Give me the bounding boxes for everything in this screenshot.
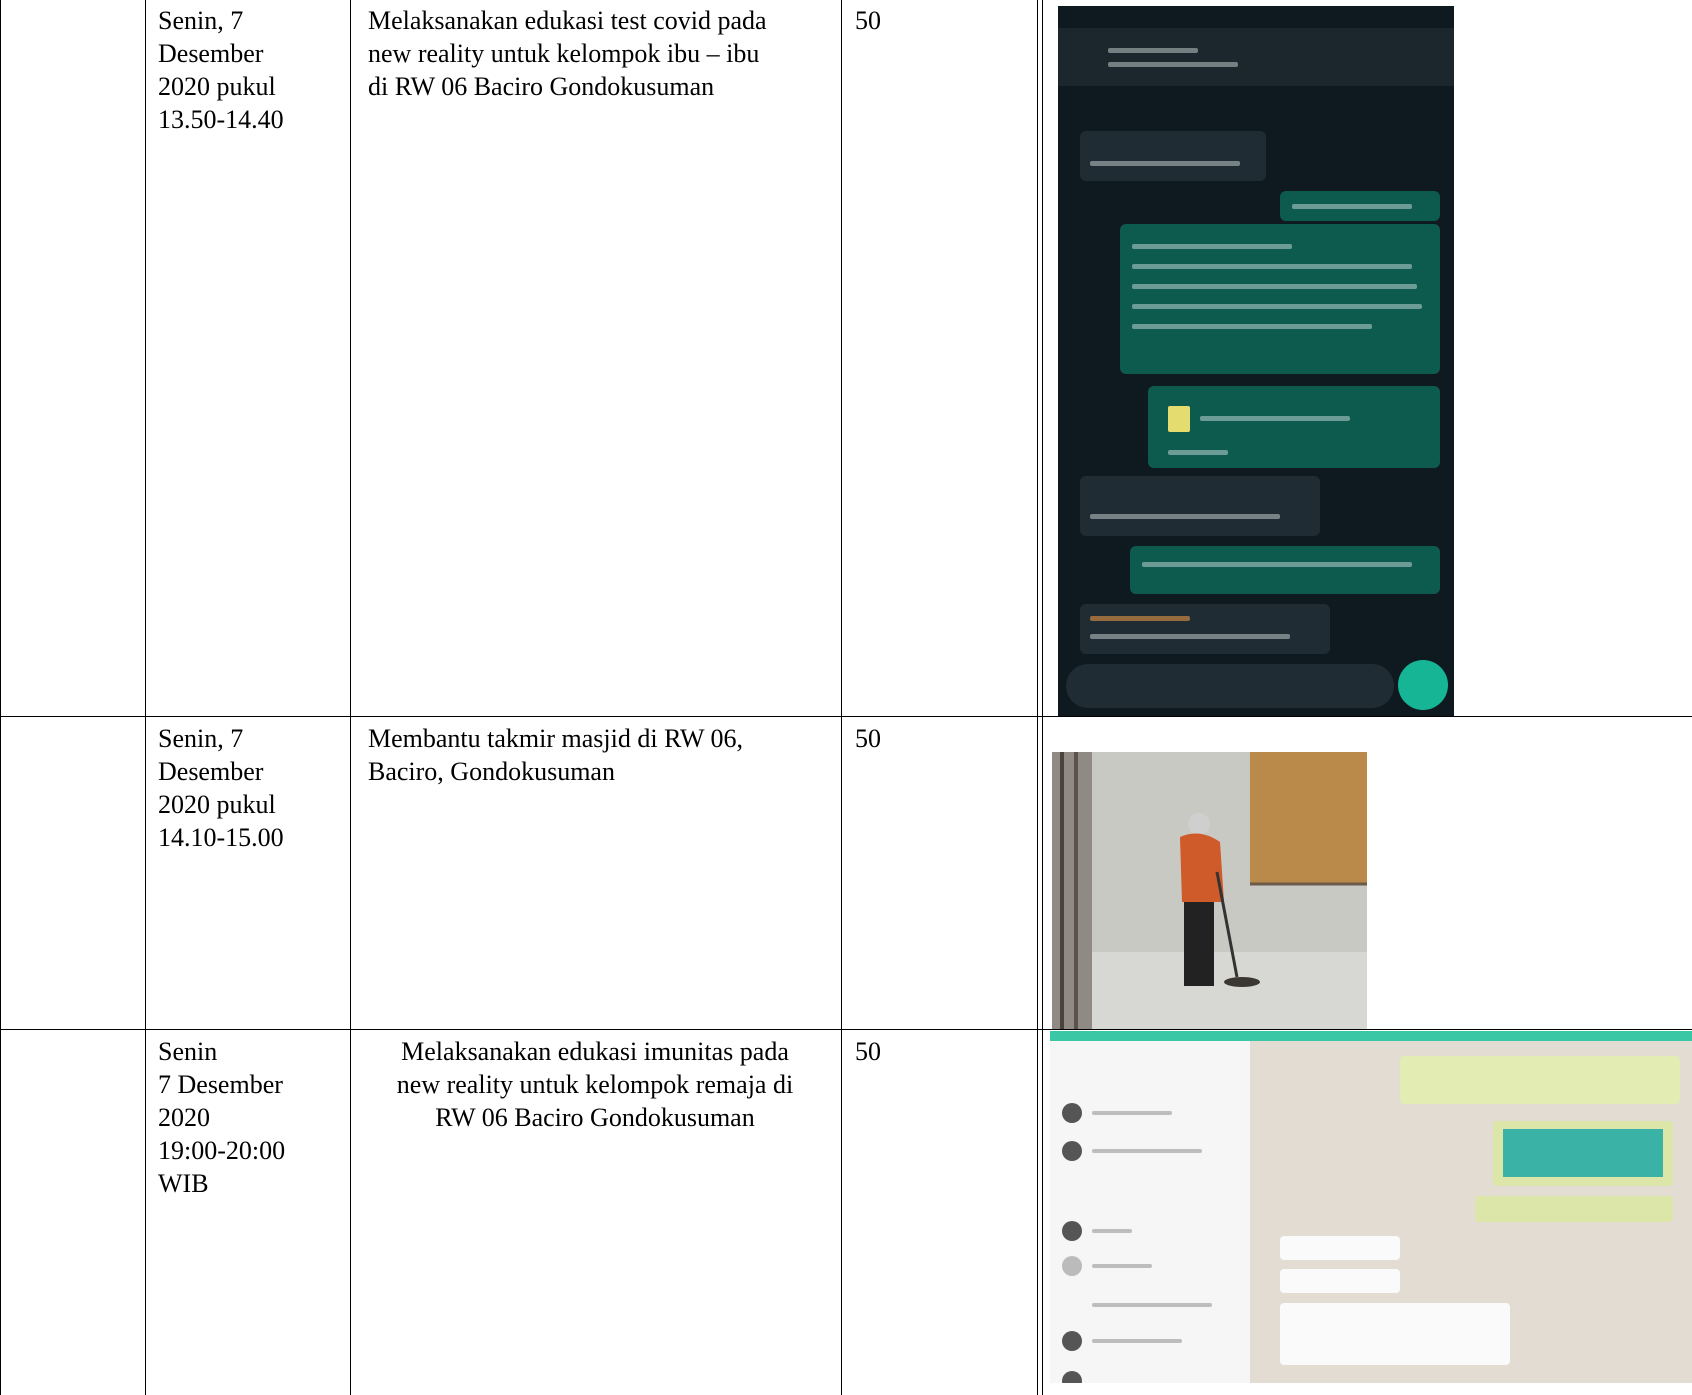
table-row-2-value: 50 — [855, 724, 881, 753]
chat-list-sidebar — [1050, 1041, 1250, 1383]
table-row-3-date: Senin 7 Desember 2020 19:00-20:00 WIB — [158, 1037, 286, 1198]
document-icon — [1168, 406, 1190, 432]
whatsapp-desktop-chat-screenshot — [1050, 1031, 1692, 1383]
chat-area — [1250, 1041, 1692, 1383]
chat-bubble-outgoing-long — [1120, 224, 1440, 374]
table-row-3-value: 50 — [855, 1037, 881, 1066]
table-row-1-activity: Melaksanakan edukasi test covid pada new… — [368, 6, 767, 101]
chat-bubble-incoming — [1080, 131, 1266, 181]
table-row-2-date: Senin, 7 Desember 2020 pukul 14.10-15.00 — [158, 724, 284, 852]
column-divider-date — [145, 0, 146, 1395]
photo-illustration — [1052, 752, 1367, 1029]
chat-bubble-document — [1148, 386, 1440, 468]
column-divider-value — [841, 0, 842, 1395]
message-input-bar — [1066, 664, 1394, 708]
row-separator — [0, 1029, 1692, 1030]
column-divider-evidence-inner — [1042, 0, 1043, 1395]
mosque-sweeping-photo — [1052, 752, 1367, 1029]
column-divider-evidence — [1037, 0, 1038, 1395]
chat-app-bar — [1058, 28, 1454, 86]
column-divider-activity — [350, 0, 351, 1395]
send-button-icon — [1398, 660, 1448, 710]
row-separator — [0, 716, 1692, 717]
chat-bubble-outgoing — [1130, 546, 1440, 594]
table-row-1-value: 50 — [855, 6, 881, 35]
chat-bubble-outgoing — [1280, 191, 1440, 221]
chat-bubble-incoming — [1080, 476, 1320, 536]
whatsapp-mobile-chat-screenshot — [1058, 6, 1454, 716]
chat-bubble-incoming — [1080, 604, 1330, 654]
desktop-header-bar — [1050, 1031, 1692, 1041]
table-row-3-activity: Melaksanakan edukasi imunitas pada new r… — [396, 1037, 794, 1132]
table-row-1-date: Senin, 7 Desember 2020 pukul 13.50-14.40 — [158, 6, 284, 134]
phone-status-bar — [1058, 6, 1454, 28]
table-left-border — [0, 0, 1, 1395]
table-row-2-activity: Membantu takmir masjid di RW 06, Baciro,… — [368, 724, 744, 786]
